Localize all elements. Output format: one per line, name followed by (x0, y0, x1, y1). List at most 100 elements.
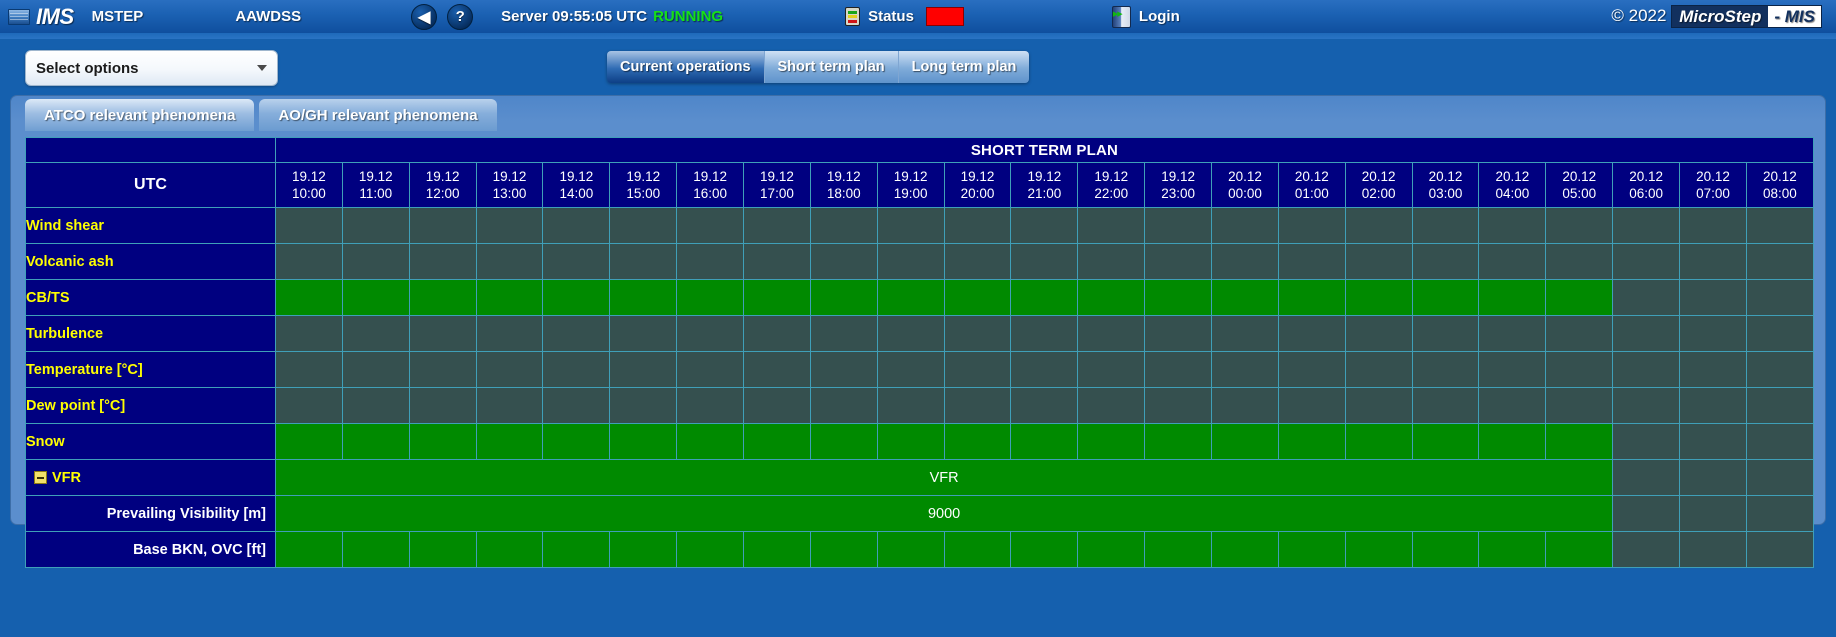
tab-atco-relevant-phenomena[interactable]: ATCO relevant phenomena (25, 99, 254, 131)
cell-r2-c15[interactable] (1278, 280, 1345, 316)
cell-r5-c22[interactable] (1746, 388, 1813, 424)
cell-r9-c13[interactable] (1145, 532, 1212, 568)
cell-r5-c15[interactable] (1278, 388, 1345, 424)
cell-r5-c8[interactable] (810, 388, 877, 424)
cell-r9-c7[interactable] (744, 532, 811, 568)
cell-r5-c21[interactable] (1680, 388, 1747, 424)
cell-r6-c22[interactable] (1746, 424, 1813, 460)
cell-r0-c0[interactable] (276, 208, 343, 244)
cell-r9-c8[interactable] (810, 532, 877, 568)
row-label-6[interactable]: Snow (26, 424, 276, 460)
cell-r5-c16[interactable] (1345, 388, 1412, 424)
cell-r4-c9[interactable] (877, 352, 944, 388)
cell-r2-c20[interactable] (1613, 280, 1680, 316)
cell-r1-c12[interactable] (1078, 244, 1145, 280)
cell-r8-c20[interactable] (1613, 496, 1680, 532)
cell-r6-c18[interactable] (1479, 424, 1546, 460)
cell-r9-c4[interactable] (543, 532, 610, 568)
cell-r1-c1[interactable] (342, 244, 409, 280)
cell-r1-c3[interactable] (476, 244, 543, 280)
cell-r2-c8[interactable] (810, 280, 877, 316)
cell-r3-c2[interactable] (409, 316, 476, 352)
tab-aogh-relevant-phenomena[interactable]: AO/GH relevant phenomena (259, 99, 496, 131)
cell-r0-c10[interactable] (944, 208, 1011, 244)
cell-r5-c20[interactable] (1613, 388, 1680, 424)
cell-r3-c22[interactable] (1746, 316, 1813, 352)
cell-r6-c8[interactable] (810, 424, 877, 460)
cell-r3-c10[interactable] (944, 316, 1011, 352)
cell-r1-c6[interactable] (677, 244, 744, 280)
cell-r4-c11[interactable] (1011, 352, 1078, 388)
cell-r6-c15[interactable] (1278, 424, 1345, 460)
cell-r4-c16[interactable] (1345, 352, 1412, 388)
cell-r8-c22[interactable] (1746, 496, 1813, 532)
cell-r1-c5[interactable] (610, 244, 677, 280)
merged-value-cell-8[interactable]: 9000 (276, 496, 1613, 532)
cell-r6-c16[interactable] (1345, 424, 1412, 460)
cell-r4-c1[interactable] (342, 352, 409, 388)
cell-r9-c12[interactable] (1078, 532, 1145, 568)
cell-r2-c19[interactable] (1546, 280, 1613, 316)
cell-r1-c13[interactable] (1145, 244, 1212, 280)
cell-r7-c20[interactable] (1613, 460, 1680, 496)
cell-r2-c21[interactable] (1680, 280, 1747, 316)
app-grid-icon[interactable] (8, 9, 30, 25)
cell-r1-c2[interactable] (409, 244, 476, 280)
cell-r0-c12[interactable] (1078, 208, 1145, 244)
row-label-2[interactable]: CB/TS (26, 280, 276, 316)
cell-r3-c8[interactable] (810, 316, 877, 352)
cell-r3-c16[interactable] (1345, 316, 1412, 352)
cell-r5-c4[interactable] (543, 388, 610, 424)
cell-r4-c19[interactable] (1546, 352, 1613, 388)
cell-r2-c17[interactable] (1412, 280, 1479, 316)
help-question-icon[interactable]: ? (447, 4, 473, 30)
cell-r2-c22[interactable] (1746, 280, 1813, 316)
cell-r4-c18[interactable] (1479, 352, 1546, 388)
cell-r6-c10[interactable] (944, 424, 1011, 460)
cell-r3-c20[interactable] (1613, 316, 1680, 352)
row-label-1[interactable]: Volcanic ash (26, 244, 276, 280)
cell-r5-c1[interactable] (342, 388, 409, 424)
cell-r0-c22[interactable] (1746, 208, 1813, 244)
cell-r0-c15[interactable] (1278, 208, 1345, 244)
cell-r3-c14[interactable] (1212, 316, 1279, 352)
cell-r2-c2[interactable] (409, 280, 476, 316)
cell-r1-c11[interactable] (1011, 244, 1078, 280)
cell-r6-c9[interactable] (877, 424, 944, 460)
cell-r4-c13[interactable] (1145, 352, 1212, 388)
cell-r2-c12[interactable] (1078, 280, 1145, 316)
cell-r2-c1[interactable] (342, 280, 409, 316)
cell-r2-c9[interactable] (877, 280, 944, 316)
merged-value-cell-7[interactable]: VFR (276, 460, 1613, 496)
cell-r9-c6[interactable] (677, 532, 744, 568)
cell-r4-c7[interactable] (744, 352, 811, 388)
cell-r5-c0[interactable] (276, 388, 343, 424)
cell-r9-c9[interactable] (877, 532, 944, 568)
cell-r9-c15[interactable] (1278, 532, 1345, 568)
cell-r6-c14[interactable] (1212, 424, 1279, 460)
cell-r4-c0[interactable] (276, 352, 343, 388)
cell-r0-c14[interactable] (1212, 208, 1279, 244)
cell-r5-c17[interactable] (1412, 388, 1479, 424)
cell-r4-c6[interactable] (677, 352, 744, 388)
long-term-plan-button[interactable]: Long term plan (899, 51, 1030, 83)
login-icon[interactable] (1112, 6, 1131, 28)
cell-r6-c1[interactable] (342, 424, 409, 460)
cell-r5-c14[interactable] (1212, 388, 1279, 424)
cell-r1-c16[interactable] (1345, 244, 1412, 280)
cell-r5-c2[interactable] (409, 388, 476, 424)
cell-r9-c5[interactable] (610, 532, 677, 568)
cell-r6-c12[interactable] (1078, 424, 1145, 460)
cell-r9-c16[interactable] (1345, 532, 1412, 568)
cell-r2-c7[interactable] (744, 280, 811, 316)
cell-r2-c6[interactable] (677, 280, 744, 316)
row-label-4[interactable]: Temperature [°C] (26, 352, 276, 388)
cell-r1-c20[interactable] (1613, 244, 1680, 280)
row-label-8[interactable]: Prevailing Visibility [m] (26, 496, 276, 532)
cell-r8-c21[interactable] (1680, 496, 1747, 532)
cell-r4-c8[interactable] (810, 352, 877, 388)
cell-r9-c0[interactable] (276, 532, 343, 568)
cell-r5-c7[interactable] (744, 388, 811, 424)
cell-r1-c7[interactable] (744, 244, 811, 280)
cell-r5-c3[interactable] (476, 388, 543, 424)
